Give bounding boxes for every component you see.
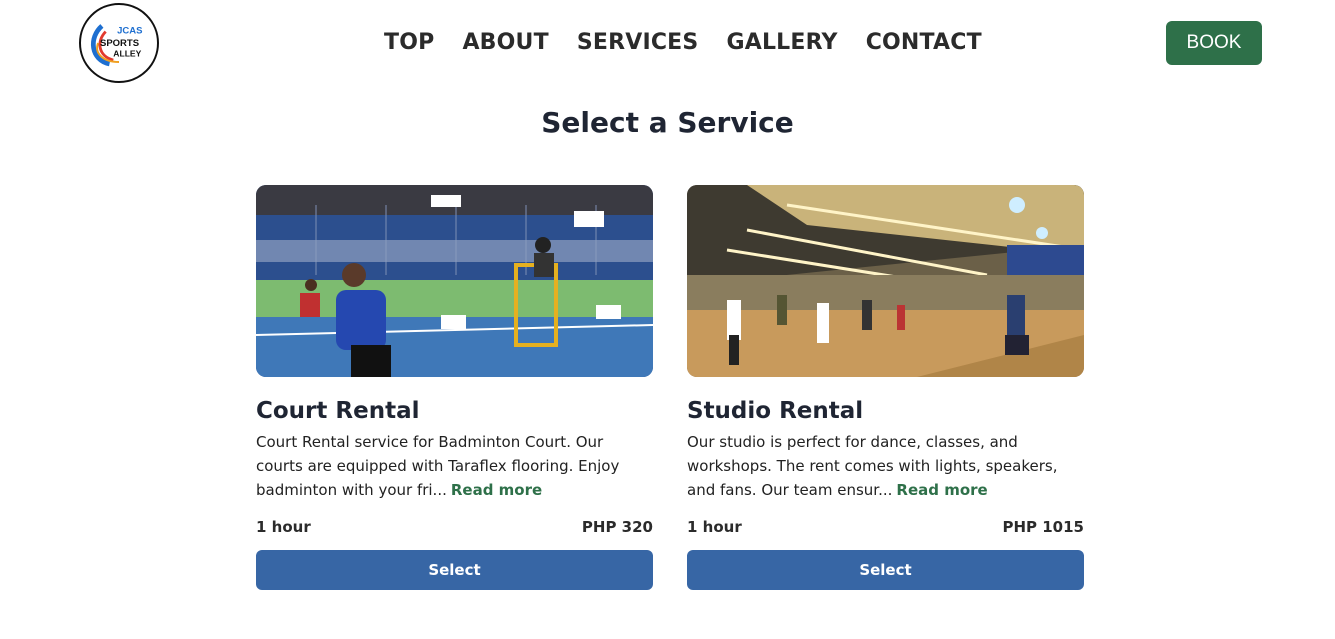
logo-text-sports: SPORTS [100, 38, 139, 49]
main-nav: TOP ABOUT SERVICES GALLERY CONTACT [370, 28, 996, 58]
read-more-link[interactable]: Read more [451, 481, 542, 499]
service-duration: 1 hour [687, 518, 742, 536]
service-description-text: Our studio is perfect for dance, classes… [687, 433, 1058, 499]
nav-services[interactable]: SERVICES [577, 28, 699, 58]
service-meta: 1 hour PHP 1015 [687, 517, 1084, 537]
service-price: PHP 1015 [1002, 518, 1084, 536]
service-meta: 1 hour PHP 320 [256, 517, 653, 537]
logo-text-jcas: JCAS [117, 26, 142, 37]
logo-text-alley: ALLEY [113, 48, 141, 58]
site-logo[interactable]: JCAS SPORTS ALLEY [79, 3, 159, 83]
studio-rental-image [687, 185, 1084, 377]
service-description: Our studio is perfect for dance, classes… [687, 430, 1084, 502]
site-header: JCAS SPORTS ALLEY TOP ABOUT SERVICES GAL… [0, 0, 1335, 86]
logo-graphic-icon: JCAS SPORTS ALLEY [91, 24, 142, 67]
service-duration: 1 hour [256, 518, 311, 536]
service-card-studio-rental: Studio Rental Our studio is perfect for … [687, 185, 1084, 590]
nav-contact[interactable]: CONTACT [866, 28, 982, 58]
nav-gallery[interactable]: GALLERY [726, 28, 837, 58]
service-card-court-rental: Court Rental Court Rental service for Ba… [256, 185, 653, 590]
select-court-rental-button[interactable]: Select [256, 550, 653, 590]
read-more-link[interactable]: Read more [896, 481, 987, 499]
book-button[interactable]: BOOK [1166, 21, 1262, 65]
select-studio-rental-button[interactable]: Select [687, 550, 1084, 590]
service-price: PHP 320 [581, 518, 653, 536]
service-description: Court Rental service for Badminton Court… [256, 430, 653, 502]
nav-top[interactable]: TOP [384, 28, 434, 58]
service-title: Court Rental [256, 398, 420, 424]
service-description-text: Court Rental service for Badminton Court… [256, 433, 620, 499]
court-rental-image [256, 185, 653, 377]
page-title: Select a Service [541, 106, 794, 139]
service-title: Studio Rental [687, 398, 864, 424]
nav-about[interactable]: ABOUT [462, 28, 548, 58]
